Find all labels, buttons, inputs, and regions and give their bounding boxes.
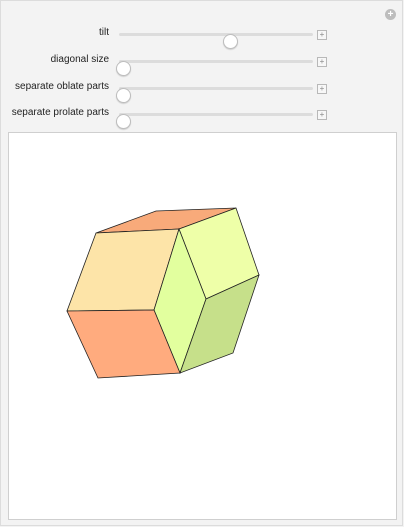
separate-oblate-slider[interactable]: [115, 87, 313, 103]
separate-prolate-slider-thumb[interactable]: [115, 114, 131, 129]
tilt-slider-thumb[interactable]: [222, 34, 238, 49]
separate-prolate-slider[interactable]: [115, 113, 313, 129]
diagonal-size-slider[interactable]: [115, 60, 313, 76]
plus-circle-icon[interactable]: +: [385, 9, 396, 20]
tilt-label: tilt: [99, 27, 109, 38]
tilt-expand-plus-icon[interactable]: +: [317, 30, 327, 40]
separate-oblate-slider-thumb[interactable]: [115, 88, 131, 103]
diagonal-size-label: diagonal size: [50, 54, 109, 65]
diagonal-size-control: diagonal size +: [1, 52, 404, 76]
manipulate-panel: + tilt + diagonal size + separate oblate…: [0, 0, 403, 526]
separate-prolate-control: separate prolate parts +: [1, 105, 404, 129]
diagonal-size-slider-thumb[interactable]: [115, 61, 131, 76]
tilt-slider[interactable]: [119, 33, 313, 49]
graphics-canvas[interactable]: [8, 132, 397, 520]
separate-oblate-expand-plus-icon[interactable]: +: [317, 84, 327, 94]
separate-oblate-label: separate oblate parts: [15, 81, 109, 92]
tilt-control: tilt +: [1, 25, 404, 49]
separate-oblate-control: separate oblate parts +: [1, 79, 404, 103]
separate-prolate-label: separate prolate parts: [11, 107, 109, 118]
rhombic-polyhedron-graphic[interactable]: [9, 133, 396, 519]
diagonal-size-expand-plus-icon[interactable]: +: [317, 57, 327, 67]
separate-prolate-expand-plus-icon[interactable]: +: [317, 110, 327, 120]
